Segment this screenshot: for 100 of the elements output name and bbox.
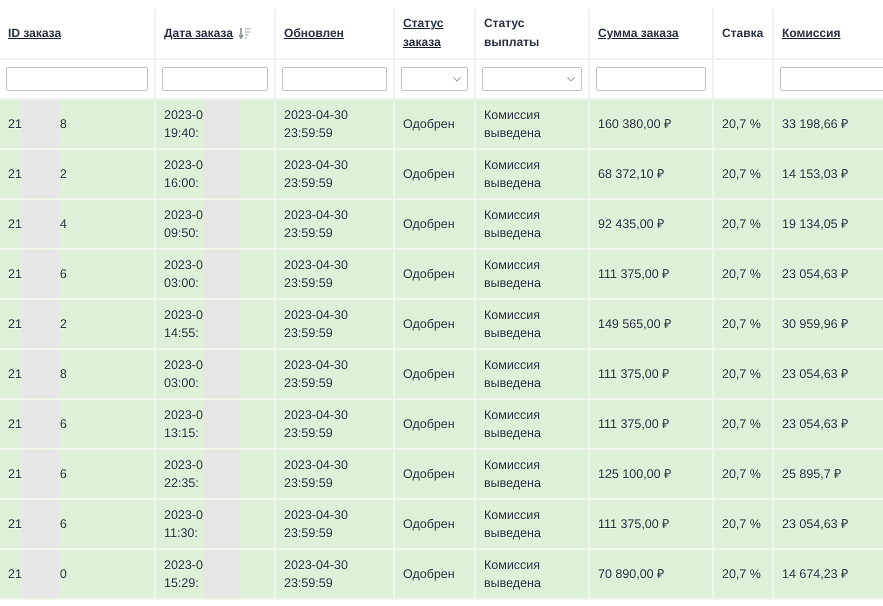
order-id: 2 <box>60 166 67 183</box>
filter-field[interactable] <box>780 67 883 91</box>
order-id: 2 <box>60 316 67 333</box>
redaction-bar <box>202 101 240 147</box>
chevron-down-icon <box>453 76 461 82</box>
commission-amount: 23 054,63 ₽ <box>782 366 850 383</box>
payout-status: Комиссия выведена <box>484 257 542 292</box>
commission-rate: 20,7 % <box>722 416 762 433</box>
payout-status: Комиссия выведена <box>484 107 542 142</box>
filter-field[interactable] <box>6 67 148 91</box>
commission-amount: 23 054,63 ₽ <box>782 416 850 433</box>
order-status: Одобрен <box>403 316 456 333</box>
order-id: 21 <box>8 266 22 283</box>
commission-rate: 20,7 % <box>722 316 762 333</box>
order-id: 21 <box>8 216 22 233</box>
commission-rate: 20,7 % <box>722 116 762 133</box>
updated-date: 2023-04-30 23:59:59 <box>284 207 349 242</box>
payout-status: Комиссия выведена <box>484 307 542 342</box>
redaction-bar <box>22 101 59 147</box>
commission-amount: 23 054,63 ₽ <box>782 516 850 533</box>
payout-status: Комиссия выведена <box>484 157 542 192</box>
order-id: 0 <box>60 566 67 583</box>
updated-date: 2023-04-30 23:59:59 <box>284 307 349 342</box>
order-id: 8 <box>60 116 67 133</box>
payout-status: Комиссия выведена <box>484 457 542 492</box>
order-amount: 111 375,00 ₽ <box>598 366 670 383</box>
commission-amount: 14 153,03 ₽ <box>782 166 850 183</box>
order-amount: 70 890,00 ₽ <box>598 566 666 583</box>
commission-rate: 20,7 % <box>722 366 762 383</box>
order-id: 6 <box>60 416 67 433</box>
payout-status: Комиссия выведена <box>484 557 542 592</box>
column-header-link[interactable]: ID заказа <box>8 24 62 43</box>
column-header: Ставка <box>722 24 764 42</box>
commission-amount: 23 054,63 ₽ <box>782 266 850 283</box>
commission-amount: 25 895,7 ₽ <box>782 466 842 483</box>
payout-status: Комиссия выведена <box>484 207 542 242</box>
order-date: 2023-0 19:40: <box>164 107 203 142</box>
order-status: Одобрен <box>403 116 456 133</box>
payout-status: Комиссия выведена <box>484 507 542 542</box>
filter-field[interactable] <box>282 67 387 91</box>
order-date: 2023-0 15:29: <box>164 557 203 592</box>
order-amount: 149 565,00 ₽ <box>598 316 672 333</box>
order-amount: 68 372,10 ₽ <box>598 166 666 183</box>
order-date: 2023-0 09:50: <box>164 207 203 242</box>
order-date: 2023-0 03:00: <box>164 257 203 292</box>
filter-dropdown[interactable] <box>482 67 582 91</box>
order-status: Одобрен <box>403 516 456 533</box>
order-amount: 111 375,00 ₽ <box>598 416 670 433</box>
order-id: 21 <box>8 516 22 533</box>
commission-rate: 20,7 % <box>722 466 762 483</box>
filter-dropdown[interactable] <box>401 67 468 91</box>
updated-date: 2023-04-30 23:59:59 <box>284 507 349 542</box>
commission-rate: 20,7 % <box>722 166 762 183</box>
order-amount: 160 380,00 ₽ <box>598 116 672 133</box>
order-amount: 111 375,00 ₽ <box>598 266 670 283</box>
commission-rate: 20,7 % <box>722 216 762 233</box>
order-id: 21 <box>8 316 22 333</box>
commission-rate: 20,7 % <box>722 516 762 533</box>
filter-field[interactable] <box>596 67 706 91</box>
updated-date: 2023-04-30 23:59:59 <box>284 357 349 392</box>
order-id: 6 <box>60 466 67 483</box>
updated-date: 2023-04-30 23:59:59 <box>284 407 349 442</box>
order-date: 2023-0 16:00: <box>164 157 203 192</box>
payout-status: Комиссия выведена <box>484 407 542 442</box>
order-date: 2023-0 22:35: <box>164 457 203 492</box>
column-header-link[interactable]: Обновлен <box>284 24 344 43</box>
order-id: 21 <box>8 116 22 133</box>
order-status: Одобрен <box>403 416 456 433</box>
updated-date: 2023-04-30 23:59:59 <box>284 257 349 292</box>
order-amount: 125 100,00 ₽ <box>598 466 672 483</box>
order-status: Одобрен <box>403 566 456 583</box>
commission-amount: 30 959,96 ₽ <box>782 316 850 333</box>
commission-amount: 19 134,05 ₽ <box>782 216 850 233</box>
order-amount: 92 435,00 ₽ <box>598 216 666 233</box>
order-date: 2023-0 14:55: <box>164 307 203 342</box>
order-id: 8 <box>60 366 67 383</box>
commission-amount: 14 674,23 ₽ <box>782 566 850 583</box>
order-date: 2023-0 11:30: <box>164 507 203 542</box>
order-id: 21 <box>8 166 22 183</box>
order-status: Одобрен <box>403 216 456 233</box>
chevron-down-icon <box>567 76 575 82</box>
sort-descending-icon[interactable] <box>238 26 251 40</box>
order-id: 21 <box>8 466 22 483</box>
order-id: 6 <box>60 266 67 283</box>
column-header: Статус выплаты <box>484 15 540 51</box>
order-date: 2023-0 03:00: <box>164 357 203 392</box>
updated-date: 2023-04-30 23:59:59 <box>284 157 349 192</box>
commission-rate: 20,7 % <box>722 266 762 283</box>
order-status: Одобрен <box>403 466 456 483</box>
filter-field[interactable] <box>162 67 268 91</box>
order-status: Одобрен <box>403 166 456 183</box>
updated-date: 2023-04-30 23:59:59 <box>284 457 349 492</box>
updated-date: 2023-04-30 23:59:59 <box>284 557 349 592</box>
commission-rate: 20,7 % <box>722 566 762 583</box>
order-amount: 111 375,00 ₽ <box>598 516 670 533</box>
commission-amount: 33 198,66 ₽ <box>782 116 850 133</box>
order-status: Одобрен <box>403 366 456 383</box>
order-id: 6 <box>60 516 67 533</box>
order-date: 2023-0 13:15: <box>164 407 203 442</box>
order-id: 21 <box>8 566 22 583</box>
